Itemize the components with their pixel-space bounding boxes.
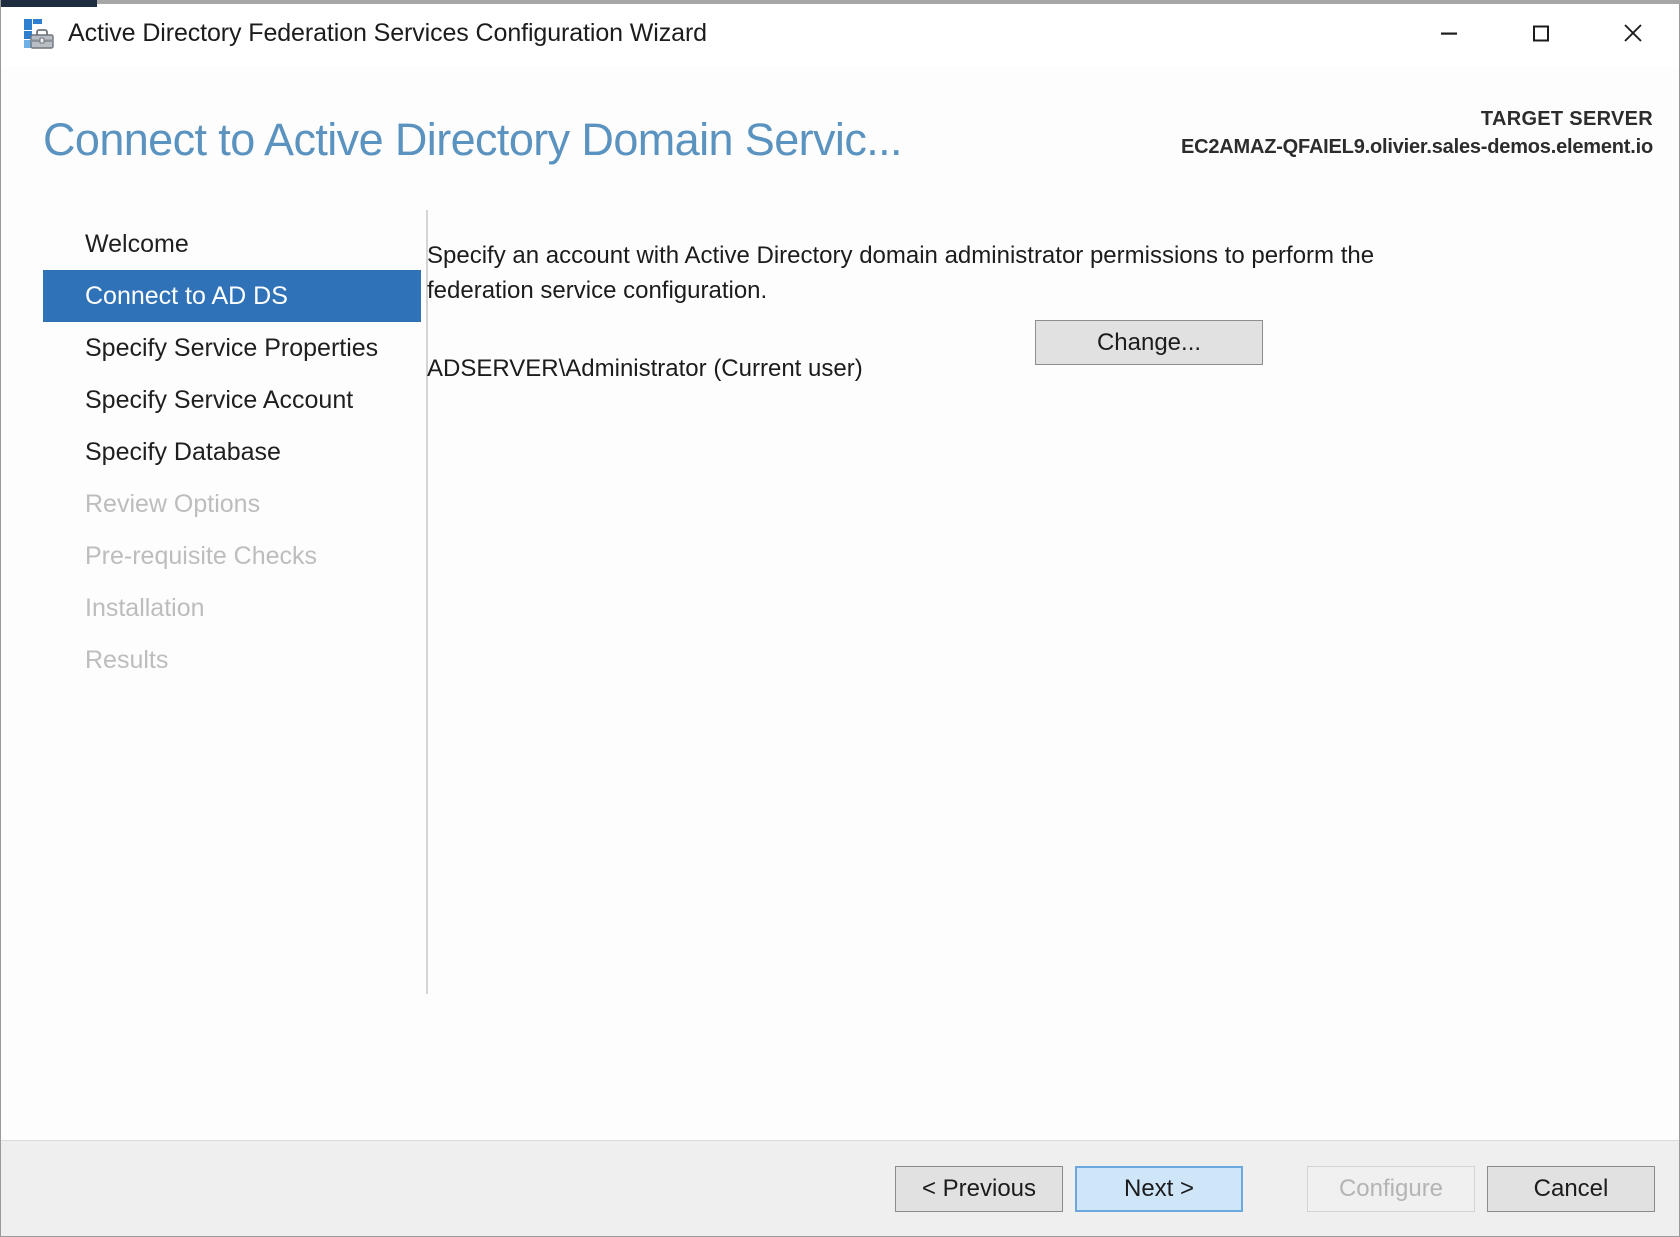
sidebar-item-results: Results — [85, 645, 169, 674]
minimize-icon — [1441, 32, 1457, 35]
maximize-button[interactable] — [1495, 4, 1587, 62]
instruction-text: Specify an account with Active Directory… — [427, 242, 1375, 304]
page-title: Connect to Active Directory Domain Servi… — [43, 114, 903, 165]
page-header: Connect to Active Directory Domain Servi… — [1, 66, 1679, 202]
sidebar-item-specify-database[interactable]: Specify Database — [43, 426, 421, 478]
wizard-footer: < Previous Next > Configure Cancel — [1, 1140, 1679, 1236]
sidebar-item-specify-service-account[interactable]: Specify Service Account — [43, 374, 421, 426]
wizard-step-list: Welcome Connect to AD DS Specify Service… — [1, 202, 421, 1140]
window-accent-bar — [1, 0, 97, 7]
sidebar-item-installation: Installation — [85, 593, 205, 622]
sidebar-item-pre-requisite-checks: Pre-requisite Checks — [85, 541, 318, 570]
wizard-window: Active Directory Federation Services Con… — [0, 0, 1680, 1237]
minimize-button[interactable] — [1403, 4, 1495, 62]
window-controls — [1403, 4, 1679, 62]
window-title: Active Directory Federation Services Con… — [68, 18, 707, 47]
adfs-wizard-icon — [21, 17, 55, 51]
cancel-button[interactable]: Cancel — [1487, 1165, 1655, 1212]
sidebar-item-specify-service-properties[interactable]: Specify Service Properties — [43, 322, 421, 374]
target-server-block: TARGET SERVER EC2AMAZ-QFAIEL9.olivier.sa… — [1181, 106, 1653, 162]
maximize-icon — [1533, 25, 1549, 42]
wizard-body: Welcome Connect to AD DS Specify Service… — [1, 202, 1679, 1140]
change-account-button[interactable]: Change... — [1035, 320, 1263, 365]
window-top-border — [97, 0, 1680, 4]
wizard-content-pane: Specify an account with Active Directory… — [383, 202, 1679, 1140]
close-button[interactable] — [1587, 4, 1679, 62]
current-account-value: ADSERVER\Administrator (Current user) — [427, 355, 863, 382]
sidebar-item-connect-to-ad-ds[interactable]: Connect to AD DS — [43, 270, 421, 322]
sidebar-item-welcome[interactable]: Welcome — [43, 218, 421, 270]
close-icon — [1624, 24, 1642, 42]
next-button[interactable]: Next > — [1075, 1165, 1243, 1212]
title-bar: Active Directory Federation Services Con… — [1, 0, 1679, 66]
previous-button[interactable]: < Previous — [895, 1165, 1063, 1212]
target-server-label: TARGET SERVER — [1480, 108, 1653, 130]
configure-button: Configure — [1307, 1165, 1475, 1212]
sidebar-item-review-options: Review Options — [85, 489, 261, 518]
target-server-name: EC2AMAZ-QFAIEL9.olivier.sales-demos.elem… — [1180, 136, 1653, 158]
